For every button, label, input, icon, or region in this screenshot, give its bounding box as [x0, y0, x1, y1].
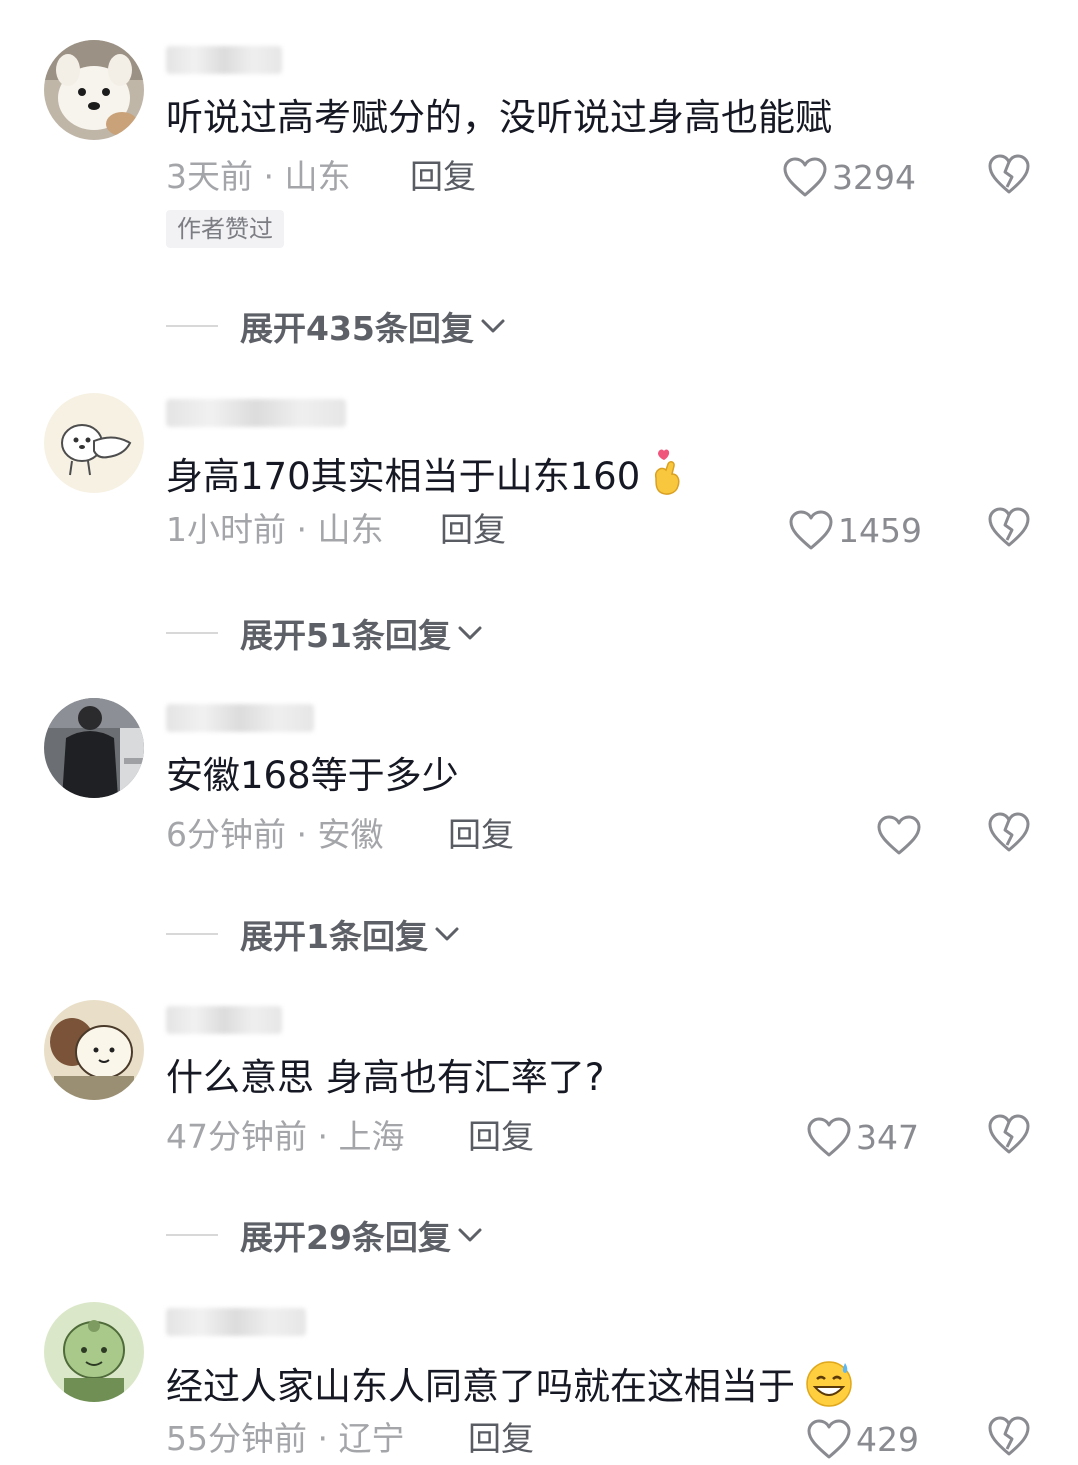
dislike-button[interactable]	[987, 153, 1031, 199]
divider-line	[166, 933, 218, 935]
comment-meta: 1小时前 · 山东	[166, 510, 383, 550]
comment-text: 身高170其实相当于山东160	[166, 448, 688, 509]
comment-meta: 6分钟前 · 安徽	[166, 815, 383, 855]
cartoon-cat-avatar-icon	[44, 1000, 144, 1100]
broken-heart-icon	[988, 812, 1030, 852]
heart-icon	[807, 1117, 851, 1157]
comment-time: 55分钟前	[166, 1419, 307, 1458]
grinning-sweat-emoji-icon	[803, 1357, 855, 1420]
person-photo-avatar-icon	[44, 698, 144, 798]
comment-text-content: 身高170其实相当于山东160	[166, 455, 641, 498]
cartoon-dog-avatar-icon	[44, 393, 144, 493]
dislike-button[interactable]	[987, 1415, 1031, 1461]
expand-replies-button[interactable]: 展开1条回复	[166, 910, 460, 958]
reply-button[interactable]: 回复	[468, 1117, 534, 1157]
heart-icon	[877, 815, 921, 855]
divider-line	[166, 1234, 218, 1236]
like-button[interactable]: 429	[806, 1415, 919, 1463]
comment-meta: 47分钟前 · 上海	[166, 1117, 404, 1157]
like-button[interactable]: 1459	[788, 506, 922, 554]
like-count: 3294	[832, 157, 916, 197]
comment-time: 47分钟前	[166, 1117, 307, 1156]
broken-heart-icon	[988, 1416, 1030, 1456]
heart-icon	[783, 157, 827, 197]
avatar[interactable]	[44, 1302, 144, 1402]
reply-button[interactable]: 回复	[468, 1419, 534, 1459]
chevron-down-icon	[458, 626, 482, 640]
meta-separator: ·	[317, 1117, 339, 1156]
like-count: 429	[856, 1419, 919, 1459]
comment-time: 3天前	[166, 157, 253, 196]
reply-button[interactable]: 回复	[448, 815, 514, 855]
heart-icon	[807, 1419, 851, 1459]
white-dog-avatar-icon	[44, 40, 144, 140]
comment-location: 上海	[338, 1117, 405, 1156]
avatar[interactable]	[44, 698, 144, 798]
comment-location: 安徽	[317, 815, 384, 854]
comment-location: 山东	[317, 510, 384, 549]
comment-location: 山东	[284, 157, 351, 196]
expand-replies-button[interactable]: 展开29条回复	[166, 1211, 483, 1259]
username-blurred[interactable]	[166, 1308, 306, 1336]
chevron-down-icon	[435, 927, 459, 941]
expand-replies-label: 展开1条回复	[240, 917, 428, 956]
like-button[interactable]: 347	[806, 1113, 919, 1161]
comment-text: 经过人家山东人同意了吗就在这相当于	[166, 1357, 855, 1420]
expand-replies-label: 展开29条回复	[240, 1218, 451, 1257]
username-blurred[interactable]	[166, 1006, 282, 1034]
avatar[interactable]	[44, 1000, 144, 1100]
avatar[interactable]	[44, 393, 144, 493]
expand-replies-label: 展开51条回复	[240, 616, 451, 655]
reply-button[interactable]: 回复	[440, 510, 506, 550]
chevron-down-icon	[481, 319, 505, 333]
username-blurred[interactable]	[166, 704, 314, 732]
divider-line	[166, 325, 218, 327]
broken-heart-icon	[988, 1114, 1030, 1154]
comment-time: 1小时前	[166, 510, 286, 549]
dislike-button[interactable]	[987, 1113, 1031, 1159]
comment-meta: 55分钟前 · 辽宁	[166, 1419, 404, 1459]
author-liked-badge: 作者赞过	[166, 210, 284, 248]
like-button[interactable]	[876, 811, 926, 859]
broken-heart-icon	[988, 507, 1030, 547]
comment-text: 什么意思 身高也有汇率了?	[166, 1056, 605, 1099]
comment-location: 辽宁	[338, 1419, 405, 1458]
like-button[interactable]: 3294	[782, 153, 916, 201]
comment-meta: 3天前 · 山东	[166, 157, 350, 197]
like-count: 347	[856, 1117, 919, 1157]
comment-text-content: 经过人家山东人同意了吗就在这相当于	[166, 1365, 795, 1408]
avatar[interactable]	[44, 40, 144, 140]
green-cartoon-avatar-icon	[44, 1302, 144, 1402]
comment-text: 听说过高考赋分的，没听说过身高也能赋	[166, 96, 832, 139]
username-blurred[interactable]	[166, 46, 282, 74]
chevron-down-icon	[458, 1228, 482, 1242]
meta-separator: ·	[296, 815, 318, 854]
comment-time: 6分钟前	[166, 815, 286, 854]
reply-button[interactable]: 回复	[410, 157, 476, 197]
dislike-button[interactable]	[987, 506, 1031, 552]
meta-separator: ·	[317, 1419, 339, 1458]
finger-heart-emoji-icon	[648, 448, 688, 509]
meta-separator: ·	[263, 157, 285, 196]
username-blurred[interactable]	[166, 399, 346, 427]
like-count: 1459	[838, 510, 922, 550]
expand-replies-button[interactable]: 展开435条回复	[166, 302, 506, 350]
comment-text: 安徽168等于多少	[166, 754, 459, 797]
expand-replies-label: 展开435条回复	[240, 309, 474, 348]
heart-icon	[789, 510, 833, 550]
expand-replies-button[interactable]: 展开51条回复	[166, 609, 483, 657]
dislike-button[interactable]	[987, 811, 1031, 857]
broken-heart-icon	[988, 154, 1030, 194]
meta-separator: ·	[296, 510, 318, 549]
divider-line	[166, 632, 218, 634]
